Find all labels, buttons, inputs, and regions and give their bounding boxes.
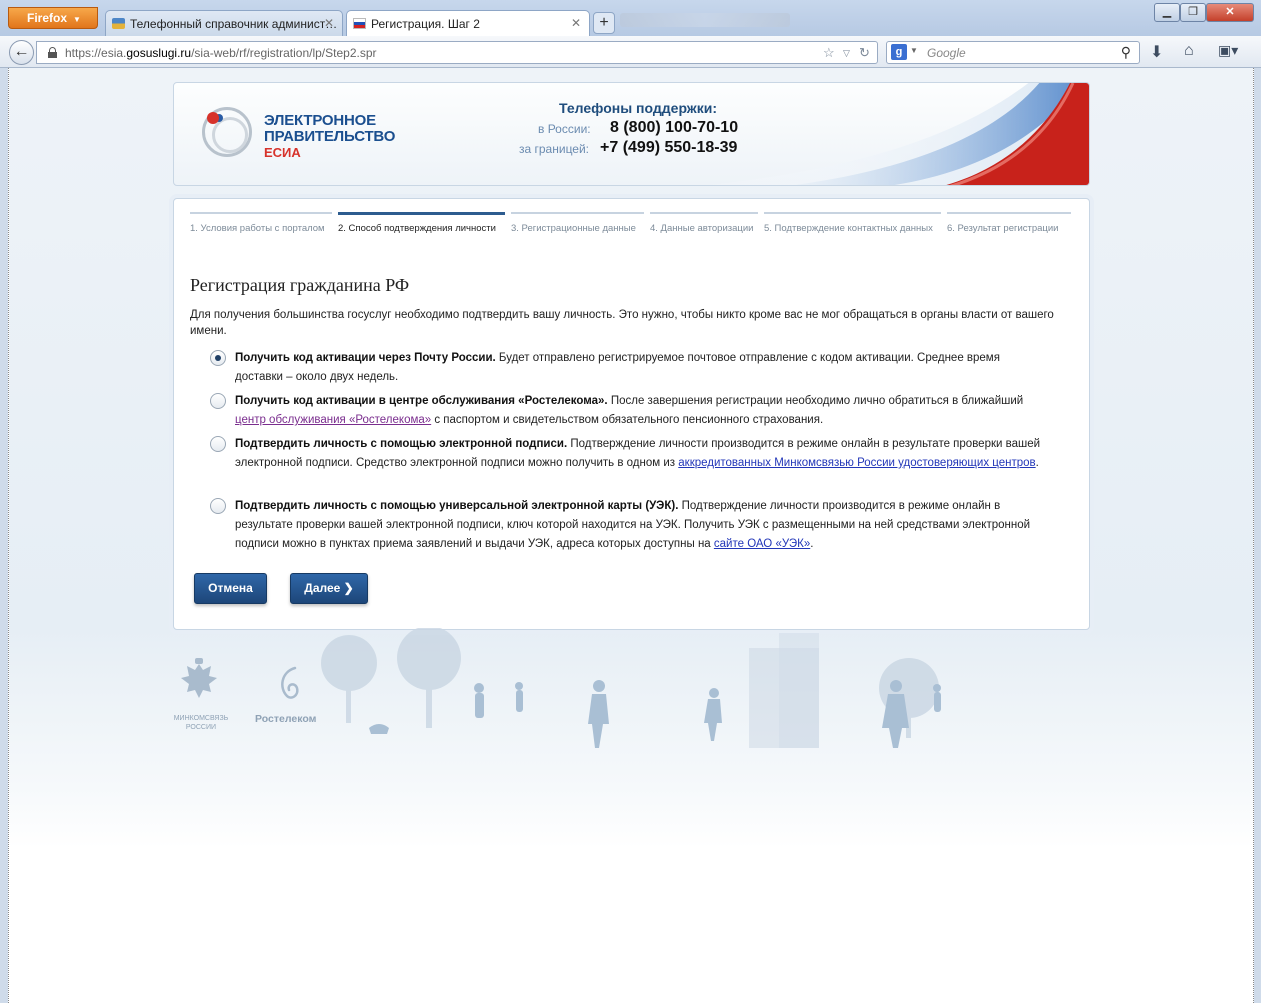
search-placeholder: Google bbox=[927, 46, 966, 60]
option-rostelecom-center[interactable]: Получить код активации в центре обслужив… bbox=[210, 392, 1050, 430]
option-title: Получить код активации через Почту Росси… bbox=[235, 352, 496, 364]
option-title: Подтвердить личность с помощью универсал… bbox=[235, 500, 679, 512]
tab-phone-directory[interactable]: Телефонный справочник админист… ✕ bbox=[105, 10, 343, 36]
search-icon[interactable]: ⚲ bbox=[1121, 44, 1131, 61]
radio-button[interactable] bbox=[210, 436, 226, 452]
support-russia-phone: 8 (800) 100-70-10 bbox=[610, 119, 739, 136]
support-russia-label: в России: bbox=[538, 122, 591, 136]
reload-icon[interactable]: ↻ bbox=[859, 45, 870, 61]
double-headed-eagle-icon bbox=[181, 658, 217, 698]
page-viewport: ЭЛЕКТРОННОЕ ПРАВИТЕЛЬСТВО ЕСИА Телефоны … bbox=[8, 68, 1254, 1003]
support-abroad-phone: +7 (499) 550-18-39 bbox=[600, 139, 738, 156]
blurred-window-title bbox=[620, 13, 790, 27]
url-prefix: https://esia. bbox=[65, 46, 127, 60]
logo-text-line1[interactable]: ЭЛЕКТРОННОЕ bbox=[264, 112, 376, 129]
minkomsvyaz-label: МИНКОМСВЯЗЬ РОССИИ bbox=[166, 714, 236, 732]
support-abroad-label: за границей: bbox=[519, 142, 590, 156]
option-description: После завершения регистрации необходимо … bbox=[607, 395, 1024, 407]
close-window-button[interactable]: ✕ bbox=[1206, 3, 1254, 22]
home-icon[interactable]: ⌂ bbox=[1184, 42, 1194, 60]
step-6: 6. Результат регистрации bbox=[947, 212, 1071, 248]
next-button[interactable]: Далее ❯ bbox=[290, 573, 368, 604]
rostelecom-logo-icon bbox=[281, 666, 299, 699]
logo-text-line2[interactable]: ПРАВИТЕЛЬСТВО bbox=[264, 128, 395, 145]
option-title: Получить код активации в центре обслужив… bbox=[235, 395, 608, 407]
rostelecom-label: Ростелеком bbox=[255, 713, 317, 725]
option-russian-post[interactable]: Получить код активации через Почту Росси… bbox=[210, 349, 1050, 387]
intro-text: Для получения большинства госуслуг необх… bbox=[190, 309, 1054, 337]
tab-title: Телефонный справочник админист… bbox=[130, 17, 338, 31]
google-icon: g bbox=[891, 44, 907, 60]
step-1: 1. Условия работы с порталом bbox=[190, 212, 332, 248]
radio-button[interactable] bbox=[210, 393, 226, 409]
page-title: Регистрация гражданина РФ bbox=[190, 275, 410, 295]
step-4: 4. Данные авторизации bbox=[650, 212, 758, 248]
minimize-button[interactable]: ▁ bbox=[1154, 3, 1180, 22]
option-title: Подтвердить личность с помощью электронн… bbox=[235, 438, 568, 450]
firefox-menu-button[interactable]: Firefox ▼ bbox=[8, 7, 98, 29]
favicon-icon bbox=[112, 18, 125, 29]
download-icon[interactable]: ⬇ bbox=[1150, 42, 1163, 62]
government-logo-icon[interactable] bbox=[202, 107, 252, 157]
url-path: /sia-web/rf/registration/lp/Step2.spr bbox=[191, 46, 377, 60]
radio-button[interactable] bbox=[210, 498, 226, 514]
url-domain: gosuslugi.ru bbox=[126, 46, 192, 60]
browser-tab-strip: Firefox ▼ Телефонный справочник админист…… bbox=[0, 0, 1261, 36]
bookmark-star-icon[interactable]: ☆ bbox=[823, 45, 835, 61]
tab-registration-step2[interactable]: Регистрация. Шаг 2 ✕ bbox=[346, 10, 590, 36]
chevron-down-icon[interactable]: ▼ bbox=[910, 46, 918, 55]
close-icon[interactable]: ✕ bbox=[571, 16, 581, 30]
step-3: 3. Регистрационные данные bbox=[511, 212, 644, 248]
option-description-end: . bbox=[1035, 457, 1039, 469]
site-header: ЭЛЕКТРОННОЕ ПРАВИТЕЛЬСТВО ЕСИА Телефоны … bbox=[173, 82, 1090, 186]
firefox-menu-label: Firefox bbox=[27, 11, 68, 25]
support-phones-title: Телефоны поддержки: bbox=[559, 100, 718, 116]
minkomsvyaz-line2: РОССИИ bbox=[185, 724, 217, 731]
chevron-down-icon: ▼ bbox=[73, 15, 81, 24]
maximize-button[interactable]: ❐ bbox=[1180, 3, 1206, 22]
option-description-end: с паспортом и свидетельством обязательно… bbox=[431, 414, 824, 426]
address-bar[interactable]: https://esia.gosuslugi.ru/sia-web/rf/reg… bbox=[36, 41, 878, 64]
option-electronic-signature[interactable]: Подтвердить личность с помощью электронн… bbox=[210, 435, 1050, 473]
accredited-centers-link[interactable]: аккредитованных Минкомсвязью России удос… bbox=[678, 457, 1035, 469]
registration-card: 1. Условия работы с порталом 2. Способ п… bbox=[173, 198, 1090, 630]
lock-icon bbox=[48, 47, 57, 58]
russia-flag-icon bbox=[353, 18, 366, 29]
uec-site-link[interactable]: сайте ОАО «УЭК» bbox=[714, 538, 810, 550]
radio-button-checked[interactable] bbox=[210, 350, 226, 366]
city-silhouette-decoration bbox=[321, 628, 941, 748]
bookmarks-menu-icon[interactable]: ▣▾ bbox=[1218, 42, 1238, 59]
step-2-active: 2. Способ подтверждения личности bbox=[338, 212, 505, 248]
tab-title: Регистрация. Шаг 2 bbox=[371, 17, 480, 31]
step-5: 5. Подтверждение контактных данных bbox=[764, 212, 941, 248]
minkomsvyaz-line1: МИНКОМСВЯЗЬ bbox=[173, 715, 229, 722]
navigation-toolbar: ← https://esia.gosuslugi.ru/sia-web/rf/r… bbox=[0, 36, 1261, 68]
logo-text-esia[interactable]: ЕСИА bbox=[264, 145, 301, 160]
rostelecom-center-link[interactable]: центр обслуживания «Ростелекома» bbox=[235, 414, 431, 426]
back-arrow-icon[interactable]: ← bbox=[9, 40, 34, 65]
search-input[interactable]: g ▼ Google ⚲ bbox=[886, 41, 1140, 64]
new-tab-button[interactable]: + bbox=[593, 12, 615, 34]
close-icon[interactable]: ✕ bbox=[324, 16, 334, 30]
cancel-button[interactable]: Отмена bbox=[194, 573, 267, 604]
history-dropdown-icon[interactable]: ▽ bbox=[843, 48, 850, 59]
option-uec-card[interactable]: Подтвердить личность с помощью универсал… bbox=[210, 497, 1050, 554]
option-description-end: . bbox=[810, 538, 814, 550]
